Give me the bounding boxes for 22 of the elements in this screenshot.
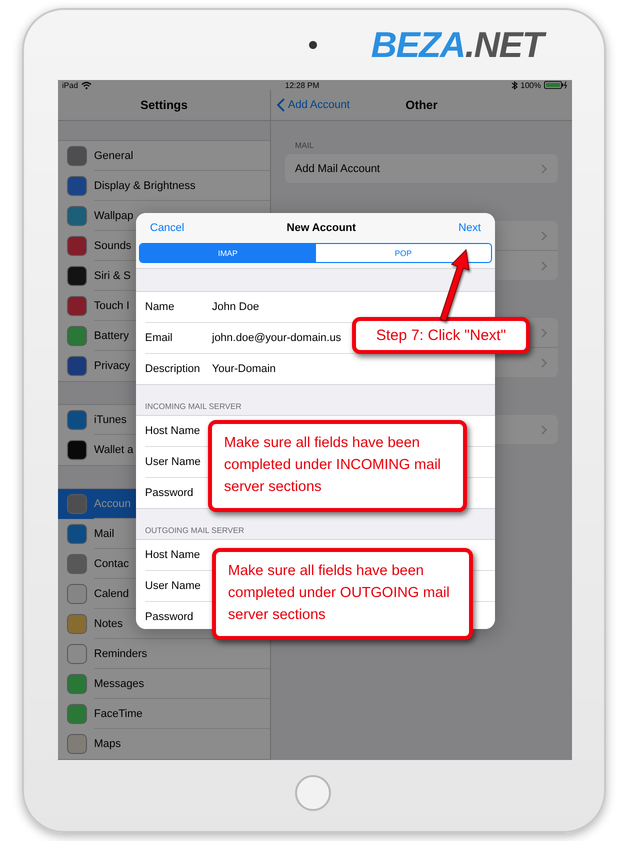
battery-percent: 100% — [520, 80, 541, 90]
field-label: Email — [145, 332, 174, 344]
field-label: User Name — [145, 456, 202, 468]
section-header: INCOMING MAIL SERVER — [144, 401, 242, 413]
callout-box: Make sure all fields have been completed under INCOMING mail server sections — [208, 420, 467, 512]
status-time: 12:28 PM — [284, 80, 320, 90]
section-header: MAIL — [295, 141, 315, 150]
field-label: Host Name — [145, 549, 202, 561]
callout-box: Step 7: Click "Next" — [352, 317, 530, 354]
logo-text: BEZA — [371, 24, 465, 66]
section-header: OUTGOING MAIL SERVER — [144, 525, 246, 537]
carrier-label: iPad — [62, 80, 78, 90]
field-label: User Name — [145, 580, 202, 592]
dialog-title: New Account — [286, 222, 356, 234]
field-label: Password — [145, 487, 194, 499]
field-label: Description — [145, 363, 202, 375]
callout-box: Make sure all fields have been completed under OUTGOING mail server sections — [212, 548, 473, 640]
field-label: Host Name — [145, 425, 202, 437]
field-label: Name — [145, 301, 176, 313]
sidebar-title: Settings — [140, 98, 188, 112]
field-label: Password — [145, 611, 194, 623]
nav-title: Other — [405, 98, 438, 112]
